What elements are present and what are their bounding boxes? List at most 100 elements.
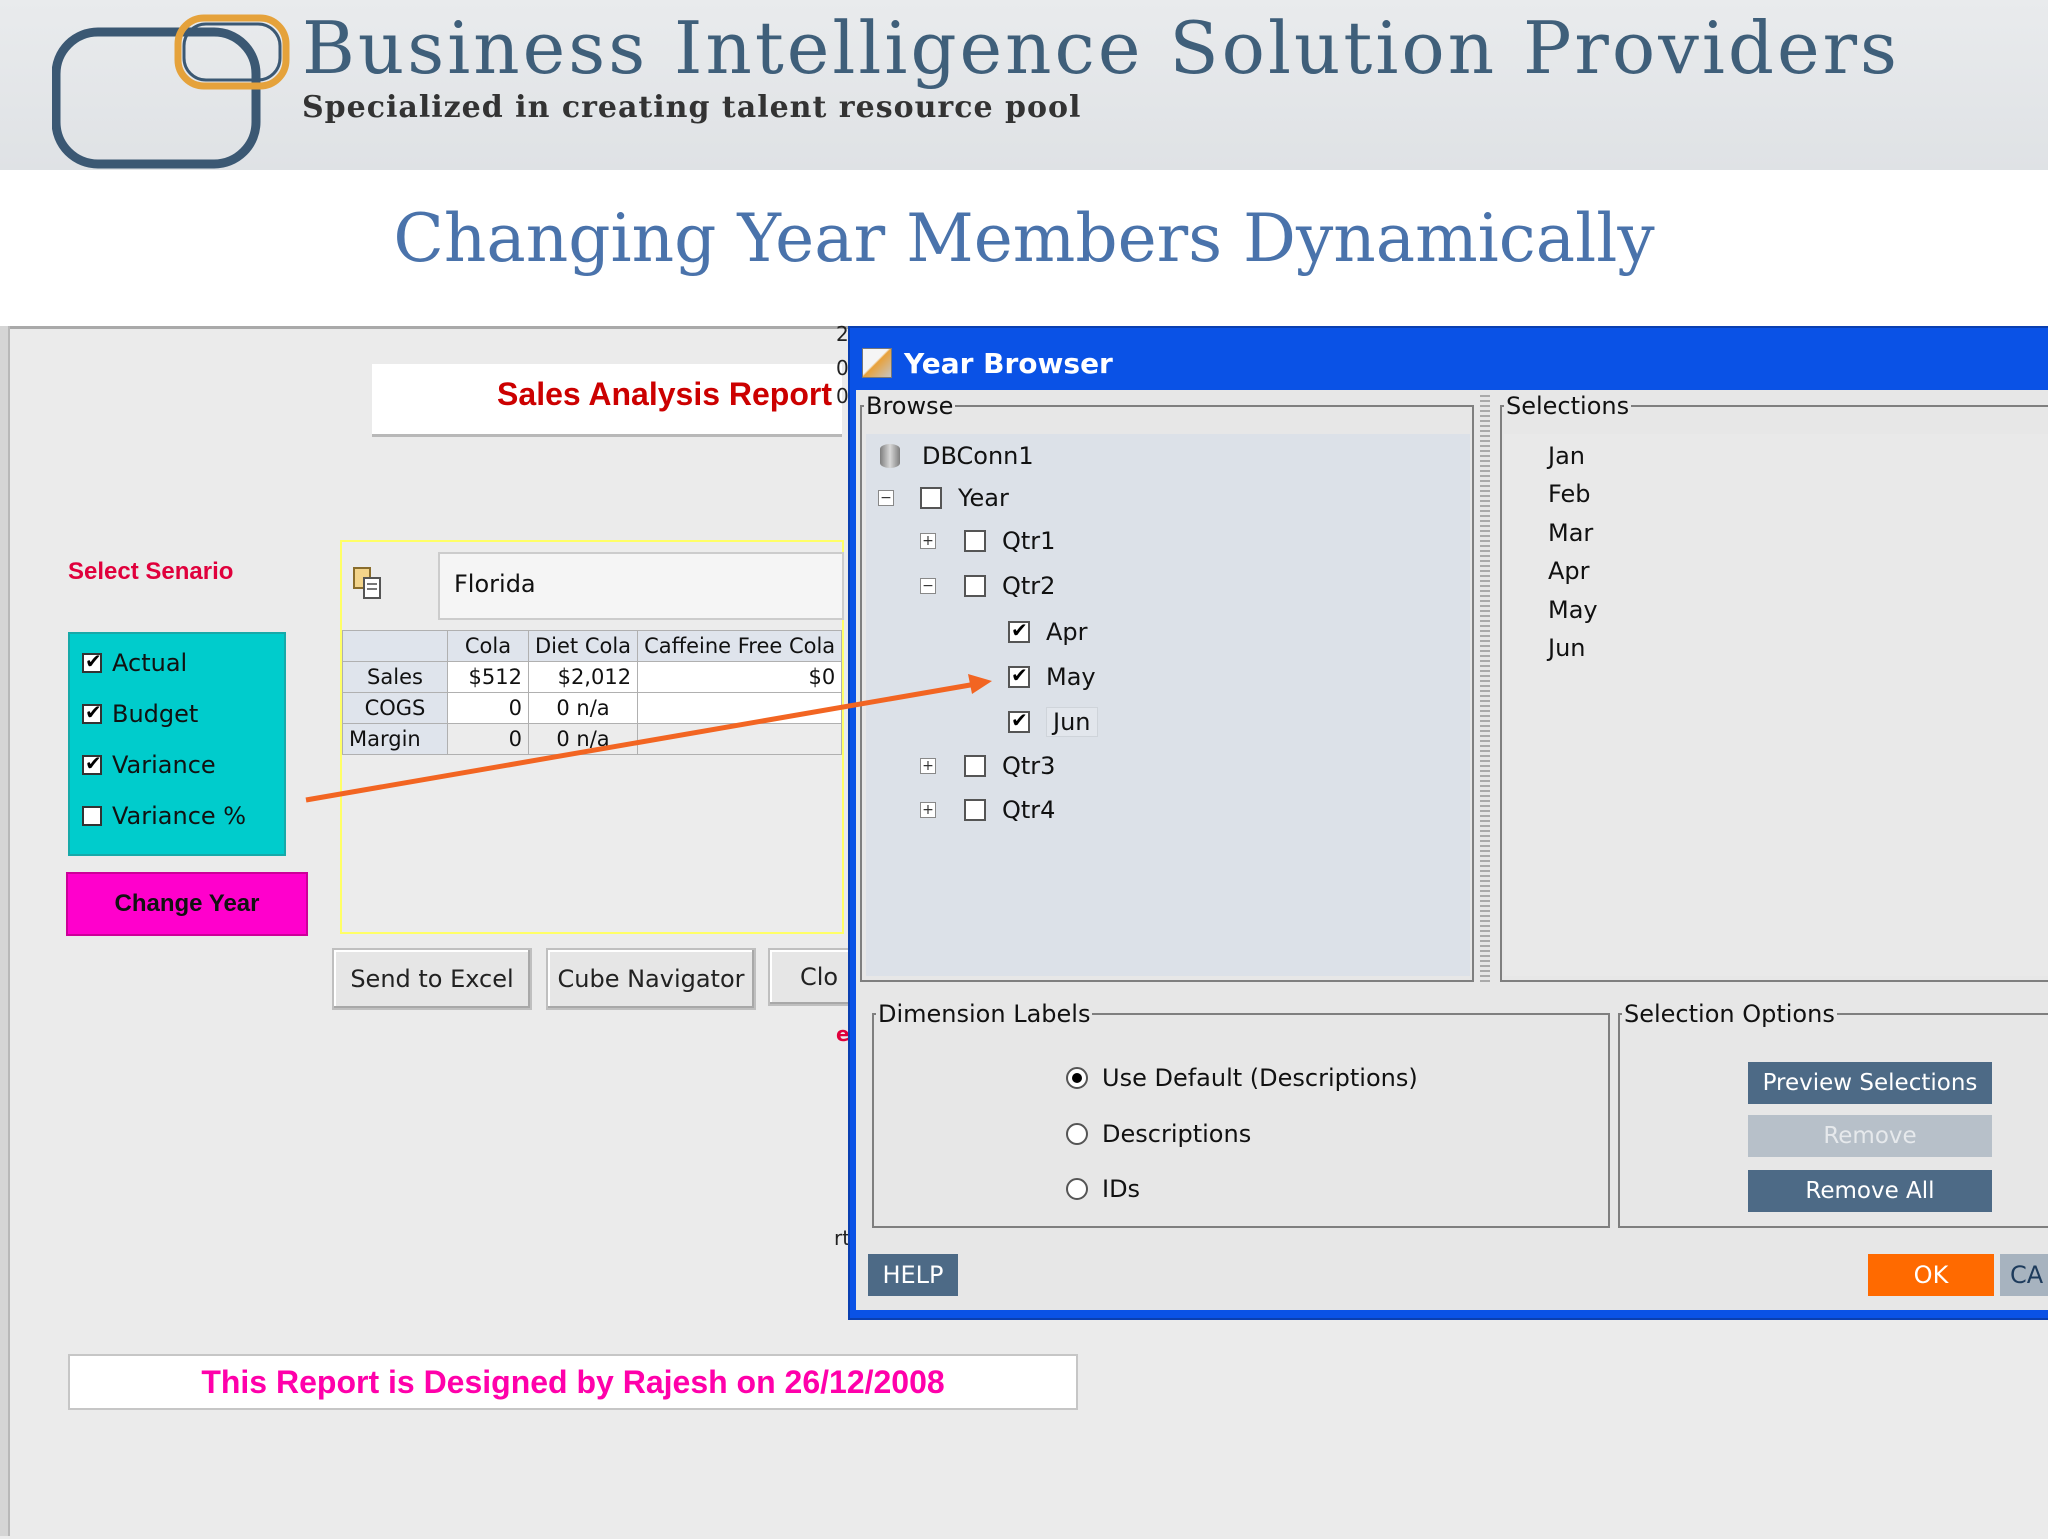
change-year-button[interactable]: Change Year xyxy=(66,872,308,936)
expand-icon[interactable]: + xyxy=(920,758,936,774)
grid-cell[interactable]: 0 n/a xyxy=(527,723,639,755)
list-item[interactable]: Feb xyxy=(1548,480,1591,508)
selections-list[interactable] xyxy=(1504,434,2048,976)
cube-navigator-button[interactable]: Cube Navigator xyxy=(546,948,756,1010)
browse-legend: Browse xyxy=(866,392,954,420)
tree-node-qtr3[interactable]: Qtr3 xyxy=(964,750,1055,782)
sales-grid: Cola Diet Cola Caffeine Free Cola Sales … xyxy=(342,630,843,755)
expand-icon[interactable]: + xyxy=(920,802,936,818)
remove-button[interactable]: Remove xyxy=(1748,1115,1992,1157)
grid-corner xyxy=(342,630,448,662)
dialog-titlebar[interactable]: Year Browser xyxy=(852,338,1113,388)
tree-node-qtr1[interactable]: Qtr1 xyxy=(964,525,1055,557)
grid-col-header: Caffeine Free Cola xyxy=(637,630,843,662)
report-title: Sales Analysis Report xyxy=(497,376,832,412)
pane-splitter[interactable] xyxy=(1480,392,1490,984)
grid-cell[interactable]: $0 xyxy=(637,661,843,693)
checkbox-icon[interactable] xyxy=(964,755,986,777)
dimension-labels-legend: Dimension Labels xyxy=(878,1000,1091,1028)
tree-label: Qtr2 xyxy=(1002,572,1056,600)
list-item[interactable]: May xyxy=(1548,596,1598,624)
radio-label: IDs xyxy=(1102,1175,1141,1203)
region-selector[interactable]: Florida xyxy=(438,552,844,620)
checkbox-icon[interactable] xyxy=(82,649,102,673)
grid-cell[interactable]: $2,012 xyxy=(527,661,639,693)
tree-root-dbconn[interactable]: DBConn1 xyxy=(880,440,1034,472)
tree-node-qtr2[interactable]: Qtr2 xyxy=(964,570,1055,602)
send-to-excel-button[interactable]: Send to Excel xyxy=(332,948,532,1010)
tree-label: Qtr4 xyxy=(1002,796,1056,824)
scenario-label-variance-pct: Variance % xyxy=(112,802,247,830)
radio-icon[interactable] xyxy=(1066,1067,1088,1089)
list-item[interactable]: Mar xyxy=(1548,519,1593,547)
scenario-variance[interactable]: Variance xyxy=(82,750,216,780)
scenario-variance-pct[interactable]: Variance % xyxy=(82,801,246,831)
tree-node-may[interactable]: May xyxy=(1008,661,1096,693)
checkbox-icon[interactable] xyxy=(1008,708,1030,733)
region-value: Florida xyxy=(454,570,536,598)
tree-label: Jun xyxy=(1046,707,1098,737)
company-name: Business Intelligence Solution Providers xyxy=(302,6,1900,90)
checkbox-icon[interactable] xyxy=(82,700,102,724)
scenario-label-variance: Variance xyxy=(112,751,216,779)
tree-node-year[interactable]: Year xyxy=(920,482,1009,514)
remove-all-button[interactable]: Remove All xyxy=(1748,1170,1992,1212)
slide-title: Changing Year Members Dynamically xyxy=(393,200,1655,277)
grid-cell[interactable]: 0 xyxy=(447,723,529,755)
grid-col-header: Cola xyxy=(447,630,529,662)
radio-icon[interactable] xyxy=(1066,1178,1088,1200)
scenario-actual[interactable]: Actual xyxy=(82,648,187,678)
radio-use-default[interactable]: Use Default (Descriptions) xyxy=(1066,1062,1418,1094)
grid-row-header: Sales xyxy=(342,661,448,693)
list-item[interactable]: Jun xyxy=(1548,634,1586,662)
text-fragment: 2 xyxy=(836,322,849,346)
designer-note: This Report is Designed by Rajesh on 26/… xyxy=(201,1364,945,1400)
collapse-icon[interactable]: − xyxy=(878,490,894,506)
text-fragment: 0 xyxy=(836,356,849,380)
list-item[interactable]: Apr xyxy=(1548,557,1590,585)
checkbox-icon[interactable] xyxy=(920,487,942,509)
checkbox-icon[interactable] xyxy=(82,751,102,775)
radio-icon[interactable] xyxy=(1066,1123,1088,1145)
radio-descriptions[interactable]: Descriptions xyxy=(1066,1118,1251,1150)
grid-cell[interactable]: $512 xyxy=(447,661,529,693)
checkbox-icon[interactable] xyxy=(1008,618,1030,643)
text-fragment: 0 xyxy=(836,384,849,408)
scenario-label-actual: Actual xyxy=(112,649,188,677)
table-row: Margin 0 0 n/a xyxy=(342,723,843,755)
tree-node-qtr4[interactable]: Qtr4 xyxy=(964,794,1055,826)
tree-node-jun[interactable]: Jun xyxy=(1008,706,1098,738)
collapse-icon[interactable]: − xyxy=(920,578,936,594)
member-tree[interactable] xyxy=(866,434,1470,976)
tree-label: May xyxy=(1046,663,1096,691)
dimension-labels-group: Dimension Labels xyxy=(872,1000,1610,1228)
table-row: Sales $512 $2,012 $0 xyxy=(342,661,843,693)
tree-label: Apr xyxy=(1046,618,1088,646)
radio-label: Descriptions xyxy=(1102,1120,1252,1148)
tree-label: Qtr3 xyxy=(1002,752,1056,780)
checkbox-icon[interactable] xyxy=(964,799,986,821)
grid-cell[interactable] xyxy=(637,723,843,755)
grid-row-header: COGS xyxy=(342,692,448,724)
grid-row-header: Margin xyxy=(342,723,448,755)
checkbox-icon[interactable] xyxy=(1008,663,1030,688)
checkbox-icon[interactable] xyxy=(82,806,102,826)
grid-cell[interactable]: 0 n/a xyxy=(527,692,639,724)
radio-ids[interactable]: IDs xyxy=(1066,1173,1140,1205)
list-item[interactable]: Jan xyxy=(1548,442,1585,470)
checkbox-icon[interactable] xyxy=(964,530,986,552)
tree-node-apr[interactable]: Apr xyxy=(1008,616,1088,648)
grid-cell[interactable]: 0 xyxy=(447,692,529,724)
preview-selections-button[interactable]: Preview Selections xyxy=(1748,1062,1992,1104)
copy-icon[interactable] xyxy=(352,566,386,600)
header-banner: Business Intelligence Solution Providers… xyxy=(0,0,2048,170)
cancel-button[interactable]: CA xyxy=(2000,1254,2048,1296)
expand-icon[interactable]: + xyxy=(920,533,936,549)
ok-button[interactable]: OK xyxy=(1868,1254,1994,1296)
grid-cell[interactable] xyxy=(637,692,843,724)
checkbox-icon[interactable] xyxy=(964,575,986,597)
help-button[interactable]: HELP xyxy=(868,1254,958,1296)
scenario-budget[interactable]: Budget xyxy=(82,699,198,729)
tree-label: Year xyxy=(958,484,1009,512)
close-button[interactable]: Clo xyxy=(768,948,852,1006)
